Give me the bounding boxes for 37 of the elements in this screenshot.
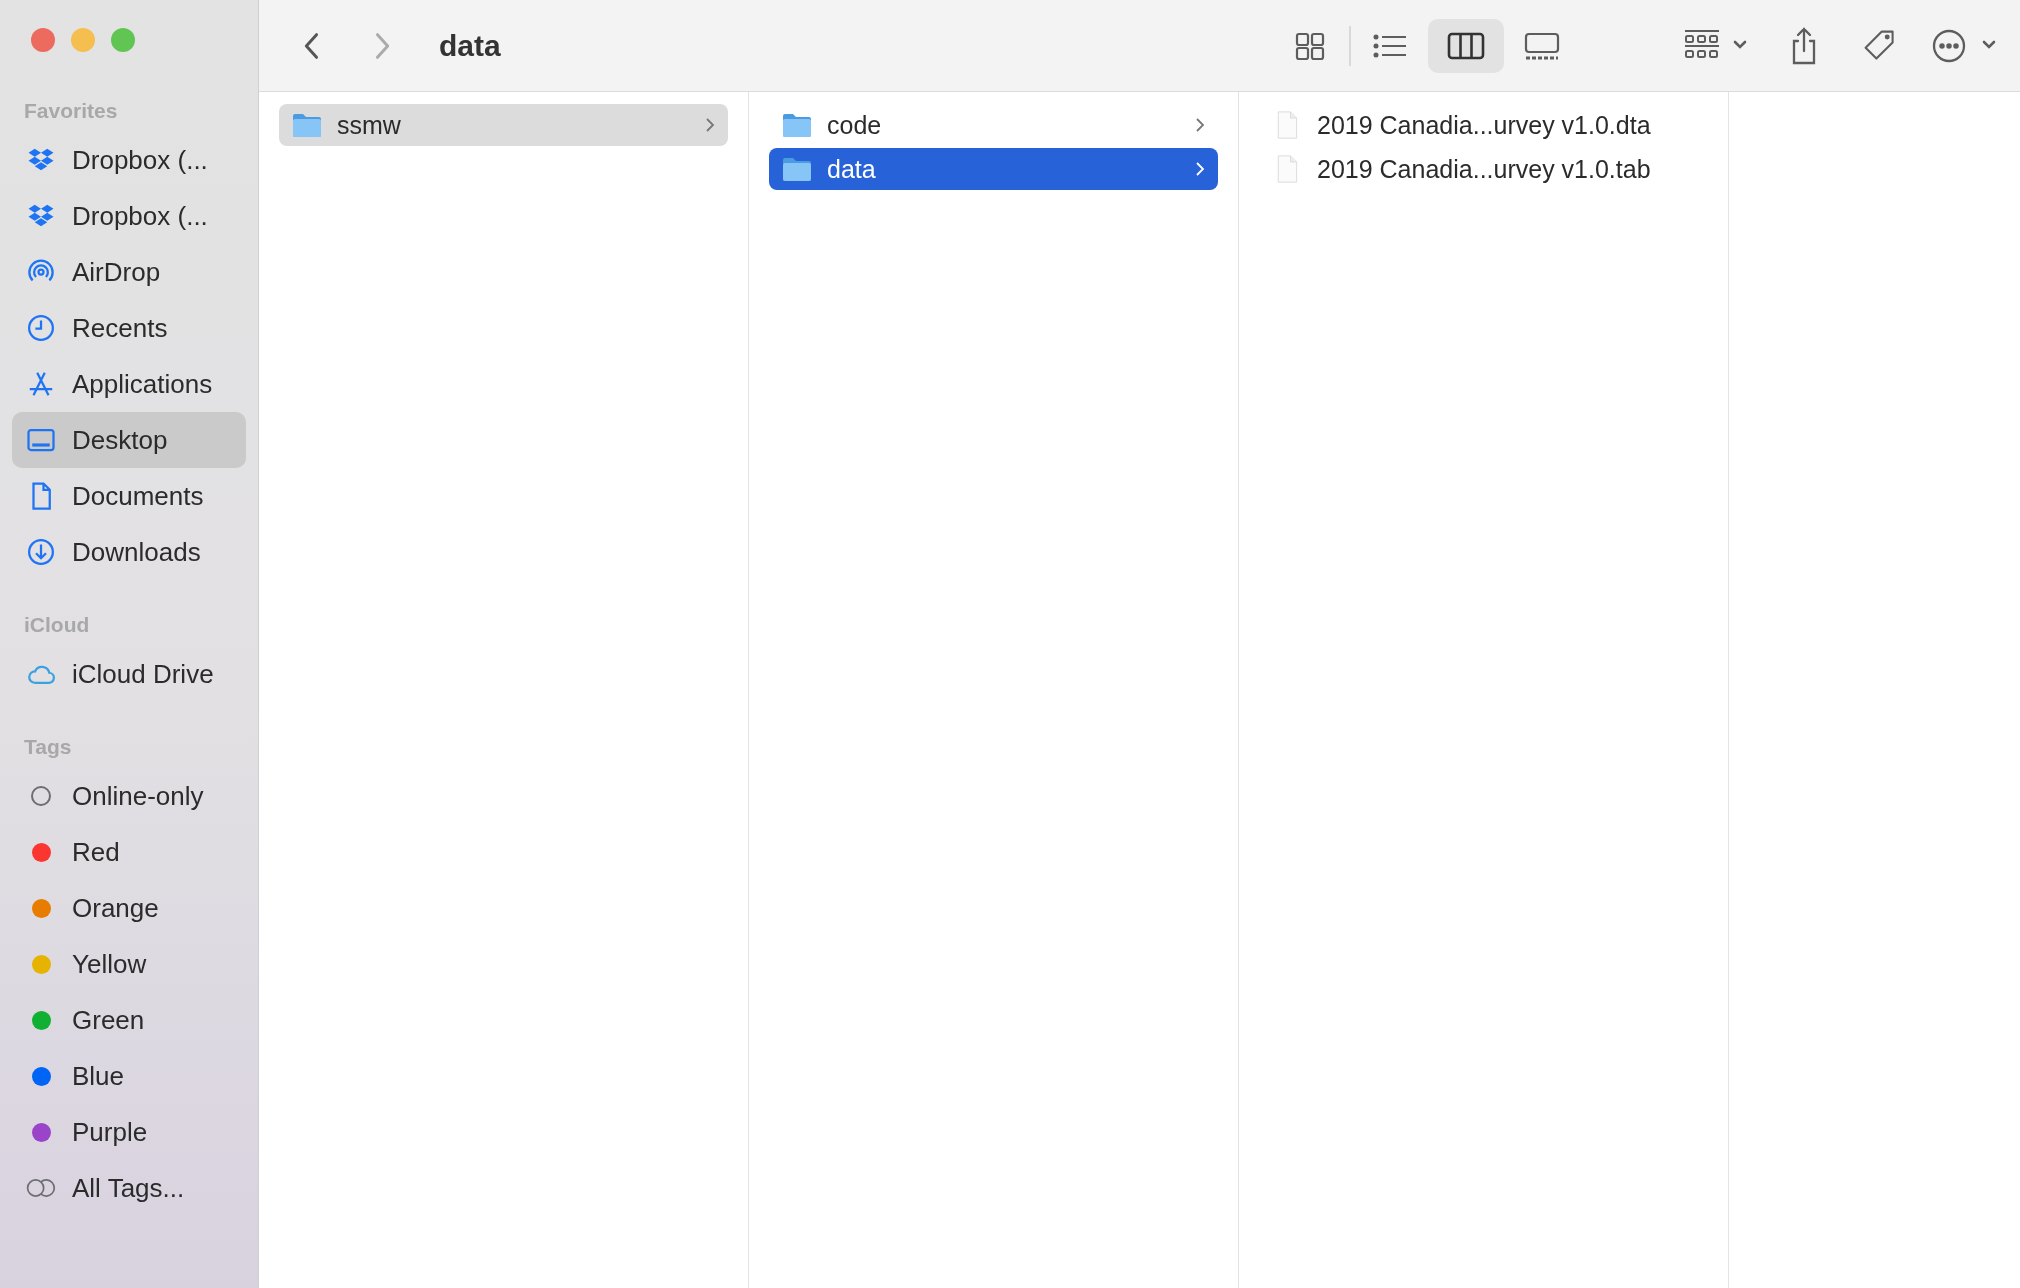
- tag-item[interactable]: Red: [12, 824, 246, 880]
- folder-icon: [291, 111, 323, 139]
- sidebar-item[interactable]: Desktop: [12, 412, 246, 468]
- tag-item[interactable]: Blue: [12, 1048, 246, 1104]
- file-row[interactable]: 2019 Canadia...urvey v1.0.tab: [1259, 148, 1708, 190]
- folder-row[interactable]: ssmw: [279, 104, 728, 146]
- sidebar-item[interactable]: AirDrop: [12, 244, 246, 300]
- chevron-icon: [1194, 160, 1206, 178]
- sidebar-item[interactable]: iCloud Drive: [12, 646, 246, 702]
- sidebar-item[interactable]: Downloads: [12, 524, 246, 580]
- overlapping-circles-icon: [26, 1178, 56, 1198]
- clock-icon: [26, 313, 56, 343]
- sidebar-item[interactable]: Dropbox (...: [12, 188, 246, 244]
- tag-item[interactable]: Online-only: [12, 768, 246, 824]
- tag-item[interactable]: All Tags...: [12, 1160, 246, 1216]
- sidebar-item[interactable]: Dropbox (...: [12, 132, 246, 188]
- folder-icon: [781, 111, 813, 139]
- tag-item[interactable]: Purple: [12, 1104, 246, 1160]
- window-title: data: [439, 28, 501, 63]
- chevron-icon: [704, 116, 716, 134]
- sidebar-item[interactable]: Documents: [12, 468, 246, 524]
- columns-view-button[interactable]: [1428, 18, 1504, 73]
- tag-item[interactable]: Yellow: [12, 936, 246, 992]
- folder-row[interactable]: code: [769, 104, 1218, 146]
- section-header: Tags: [23, 734, 73, 760]
- empty-circle-icon: [31, 786, 51, 806]
- sidebar-item[interactable]: Applications: [12, 356, 246, 412]
- folder-icon: [781, 155, 813, 183]
- download-icon: [26, 537, 56, 567]
- tag-item[interactable]: Orange: [12, 880, 246, 936]
- folder-row[interactable]: data: [769, 148, 1218, 190]
- sidebar-item[interactable]: Recents: [12, 300, 246, 356]
- file-row[interactable]: 2019 Canadia...urvey v1.0.dta: [1259, 104, 1708, 146]
- tag-item[interactable]: Green: [12, 992, 246, 1048]
- section-header: Favorites: [23, 98, 119, 124]
- section-header: iCloud: [23, 612, 91, 638]
- chevron-icon: [1194, 116, 1206, 134]
